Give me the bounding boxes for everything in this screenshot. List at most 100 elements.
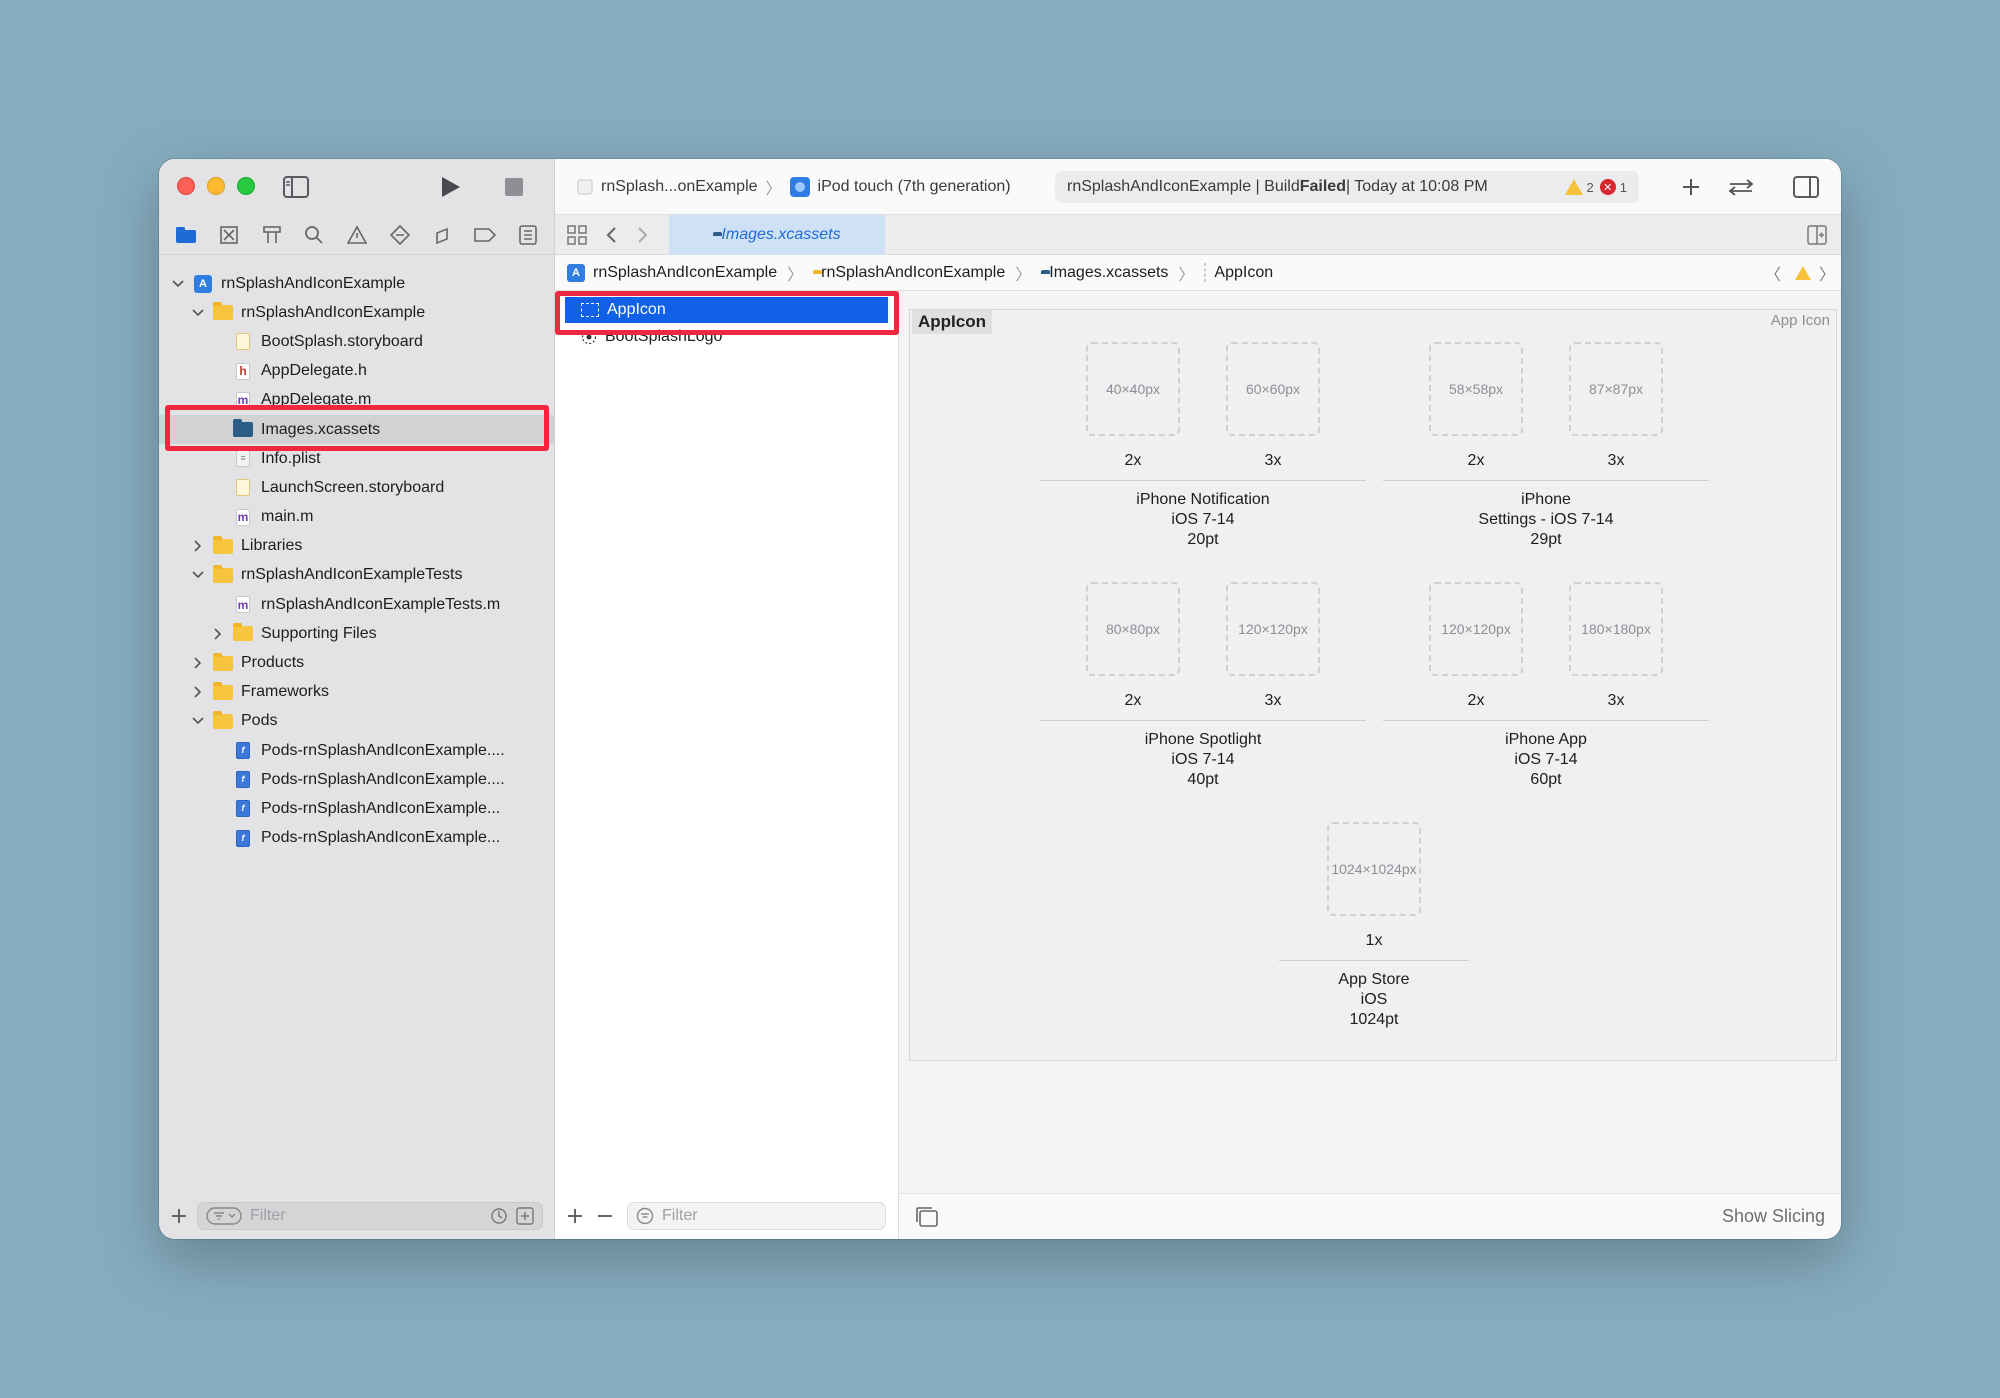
symbol-icon[interactable]: [257, 220, 287, 250]
folder-icon[interactable]: [171, 220, 201, 250]
show-overview-icon[interactable]: [915, 1206, 939, 1228]
grid-icon[interactable]: [563, 221, 591, 249]
device-icon: [789, 177, 810, 197]
asset-filter-field[interactable]: Filter: [627, 1202, 886, 1230]
highlight-annotation: [165, 405, 549, 451]
search-icon[interactable]: [299, 220, 329, 250]
scheme-name: rnSplash...onExample: [601, 178, 758, 195]
group-label: iPhone App: [1505, 731, 1587, 748]
forward-icon[interactable]: [631, 221, 655, 249]
toggle-inspector-icon[interactable]: [1791, 173, 1821, 201]
breadcrumb-project[interactable]: rnSplashAndIconExample: [593, 264, 777, 282]
tree-row[interactable]: f Pods-rnSplashAndIconExample....: [159, 765, 555, 794]
group-label: 40pt: [1187, 771, 1219, 788]
chevron-down-icon[interactable]: [191, 306, 205, 320]
remove-icon[interactable]: [597, 1208, 613, 1224]
tree-row[interactable]: ArnSplashAndIconExample: [159, 269, 555, 298]
filter-options-icon[interactable]: [206, 1207, 242, 1225]
add-icon[interactable]: [171, 1208, 187, 1224]
tree-row-label: BootSplash.storyboard: [261, 332, 423, 350]
breadcrumb-file[interactable]: Images.xcassets: [1049, 264, 1168, 282]
slot-scale-label: 3x: [1264, 452, 1282, 469]
chevron-right-icon[interactable]: [191, 539, 205, 553]
chevron-right-icon[interactable]: [191, 685, 205, 699]
tree-row[interactable]: BootSplash.storyboard: [159, 327, 555, 356]
minimize-window-button[interactable]: [207, 177, 225, 195]
editor-tab-bar: Images.xcassets: [555, 215, 1841, 255]
icon-drop-slot[interactable]: 80×80px: [1086, 582, 1180, 676]
tree-row[interactable]: rnSplashAndIconExampleTests: [159, 561, 555, 590]
chevron-right-icon[interactable]: [211, 627, 225, 641]
tree-row[interactable]: m rnSplashAndIconExampleTests.m: [159, 590, 555, 619]
tree-row[interactable]: rnSplashAndIconExample: [159, 298, 555, 327]
tree-row[interactable]: Pods: [159, 707, 555, 736]
objc-file-icon: m: [236, 508, 250, 526]
chevron-right-icon[interactable]: [191, 656, 205, 670]
back-icon[interactable]: [599, 221, 623, 249]
breakpoint-icon[interactable]: [470, 220, 500, 250]
tree-row[interactable]: LaunchScreen.storyboard: [159, 473, 555, 502]
close-window-button[interactable]: [177, 177, 195, 195]
tab-images-xcassets[interactable]: Images.xcassets: [669, 215, 885, 255]
slot-scale-label: 3x: [1607, 692, 1625, 709]
tree-row[interactable]: f Pods-rnSplashAndIconExample...: [159, 794, 555, 823]
icon-drop-slot[interactable]: 180×180px: [1569, 582, 1663, 676]
icon-drop-slot[interactable]: 87×87px: [1569, 342, 1663, 436]
breadcrumb-group[interactable]: rnSplashAndIconExample: [821, 264, 1005, 282]
source-control-icon[interactable]: [214, 220, 244, 250]
chevron-down-icon[interactable]: [171, 277, 185, 291]
tree-row-label: rnSplashAndIconExample: [221, 274, 406, 292]
show-slicing-button[interactable]: Show Slicing: [1722, 1206, 1825, 1227]
debug-icon[interactable]: [427, 220, 457, 250]
warning-icon[interactable]: [1794, 265, 1811, 280]
tree-row-label: Supporting Files: [261, 624, 377, 642]
icon-drop-slot[interactable]: 58×58px: [1429, 342, 1523, 436]
tree-row[interactable]: f Pods-rnSplashAndIconExample....: [159, 736, 555, 765]
chevron-left-icon[interactable]: 〈: [1765, 261, 1781, 285]
error-badge[interactable]: ✕ 1: [1599, 179, 1627, 195]
slot-scale-label: 2x: [1467, 452, 1485, 469]
run-icon[interactable]: [435, 173, 465, 201]
tree-row-label: rnSplashAndIconExampleTests.m: [261, 595, 501, 613]
stop-icon[interactable]: [499, 173, 529, 201]
tree-row[interactable]: m main.m: [159, 503, 555, 532]
source-control-filter-icon[interactable]: [516, 1207, 534, 1225]
warning-badge[interactable]: 2: [1564, 179, 1594, 195]
tree-row[interactable]: h AppDelegate.h: [159, 357, 555, 386]
zoom-window-button[interactable]: [237, 177, 255, 195]
status-time: | Today at 10:08 PM: [1345, 178, 1488, 195]
tree-row-label: Pods-rnSplashAndIconExample...: [261, 799, 501, 817]
add-icon[interactable]: [567, 1208, 583, 1224]
library-add-icon[interactable]: [1677, 173, 1705, 201]
chevron-right-icon[interactable]: 〉: [1819, 261, 1835, 285]
icon-drop-slot[interactable]: 120×120px: [1226, 582, 1320, 676]
tree-row[interactable]: f Pods-rnSplashAndIconExample...: [159, 824, 555, 853]
chevron-down-icon[interactable]: [191, 568, 205, 582]
activity-status[interactable]: rnSplashAndIconExample | Build Failed | …: [1055, 171, 1639, 203]
tree-row[interactable]: Products: [159, 648, 555, 677]
report-icon[interactable]: [513, 220, 543, 250]
tree-row[interactable]: Libraries: [159, 532, 555, 561]
recent-files-icon[interactable]: [490, 1207, 508, 1225]
chevron-right-icon: 〉: [1015, 266, 1032, 284]
breadcrumb-asset[interactable]: AppIcon: [1214, 264, 1273, 282]
icon-drop-slot[interactable]: 60×60px: [1226, 342, 1320, 436]
issue-icon[interactable]: [342, 220, 372, 250]
chevron-down-icon[interactable]: [191, 714, 205, 728]
asset-list: AppIcon BootSplashLogo: [555, 291, 899, 1193]
navigator-filter-field[interactable]: Filter: [197, 1202, 543, 1230]
add-editor-icon[interactable]: [1805, 223, 1829, 247]
icon-drop-slot[interactable]: 1024×1024px: [1327, 822, 1421, 916]
test-icon[interactable]: [385, 220, 415, 250]
icon-drop-slot[interactable]: 120×120px: [1429, 582, 1523, 676]
tree-row[interactable]: Supporting Files: [159, 619, 555, 648]
group-label: iPhone: [1521, 491, 1571, 508]
navigator-selector-bar: [159, 215, 555, 255]
scheme-selector[interactable]: rnSplash...onExample 〉 iPod touch (7th g…: [577, 175, 1011, 199]
icon-drop-slot[interactable]: 40×40px: [1086, 342, 1180, 436]
group-label: 29pt: [1530, 531, 1562, 548]
group-divider: [1383, 480, 1709, 481]
toggle-sidebar-icon[interactable]: [281, 173, 311, 201]
code-review-icon[interactable]: [1725, 173, 1757, 201]
tree-row[interactable]: Frameworks: [159, 678, 555, 707]
